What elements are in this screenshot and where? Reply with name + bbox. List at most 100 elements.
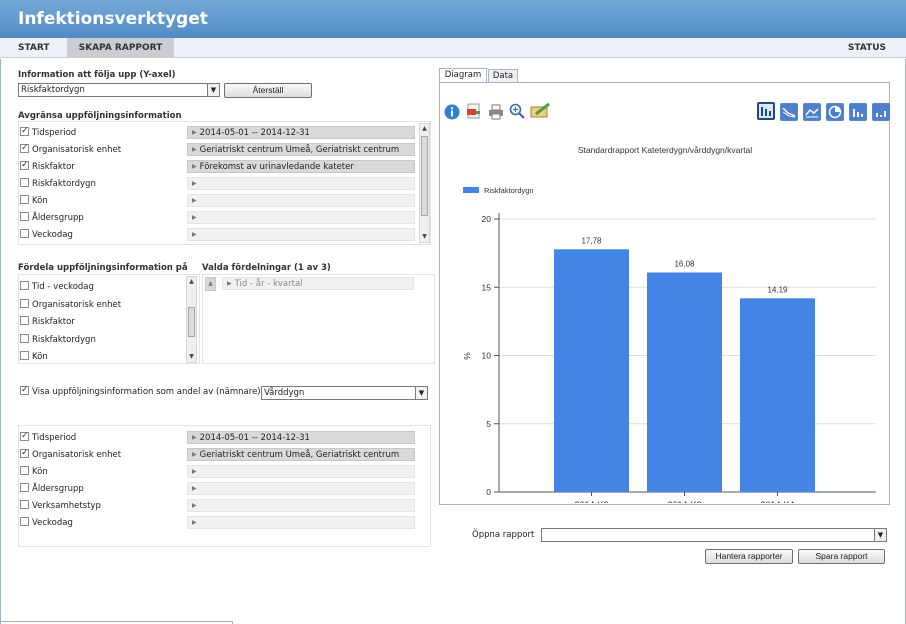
limit-value-field[interactable]: ▶ — [187, 194, 415, 207]
y-axis-select-value: Riskfaktordygn — [21, 85, 85, 95]
dist-row[interactable]: Riskfaktor — [20, 316, 75, 330]
dist-checkbox[interactable] — [20, 281, 29, 290]
legend-swatch — [463, 187, 479, 193]
tab-data[interactable]: Data — [488, 69, 518, 83]
expand-arrow-icon: ▶ — [192, 502, 197, 509]
limit-value-field[interactable]: ▶ — [187, 211, 415, 224]
limit-row[interactable]: Kön — [20, 195, 48, 209]
expand-arrow-icon: ▶ — [227, 280, 232, 287]
denom-label: Verksamhetstyp — [32, 501, 101, 511]
limit-row[interactable]: Riskfaktor — [20, 159, 75, 175]
edit-icon[interactable] — [530, 102, 552, 118]
limit-checkbox[interactable] — [20, 212, 29, 221]
denominator-select[interactable]: Vårddygn ▼ — [261, 386, 428, 400]
denom-checkbox[interactable] — [20, 500, 29, 509]
denom-checkbox[interactable] — [20, 517, 29, 526]
limit-value-field[interactable]: ▶ — [187, 228, 415, 241]
denominator-select-value: Vårddygn — [264, 388, 305, 398]
x-tick-label: 2014-K4 — [760, 500, 794, 503]
limit-checkbox[interactable] — [20, 159, 29, 171]
pie-chart-icon[interactable] — [826, 103, 844, 121]
small-column-chart-icon[interactable] — [872, 103, 890, 121]
line-chart-icon[interactable] — [780, 103, 798, 121]
dist-checkbox[interactable] — [20, 316, 29, 325]
limit-value-field[interactable]: ▶ — [187, 177, 415, 190]
print-icon[interactable] — [488, 104, 504, 120]
limit-checkbox[interactable] — [20, 229, 29, 238]
dist-checkbox[interactable] — [20, 351, 29, 360]
reset-button[interactable]: Återställ — [224, 83, 312, 98]
denom-value-text: 2014-05-01 -- 2014-12-31 — [199, 433, 310, 443]
scroll-up-icon[interactable]: ▲ — [187, 277, 196, 287]
area-chart-icon[interactable] — [803, 103, 821, 121]
denom-checkbox[interactable] — [20, 430, 29, 442]
denom-value-field[interactable]: ▶ 2014-05-01 -- 2014-12-31 — [187, 431, 415, 444]
limit-value-field[interactable]: ▶ Geriatriskt centrum Umeå, Geriatriskt c… — [187, 143, 415, 156]
save-report-button[interactable]: Spara rapport — [798, 549, 885, 564]
share-checkbox[interactable] — [20, 384, 29, 396]
zoom-icon[interactable] — [509, 103, 525, 119]
expand-arrow-icon: ▶ — [192, 214, 197, 221]
scroll-down-icon[interactable]: ▼ — [420, 232, 429, 242]
dist-row[interactable]: Kön — [20, 351, 48, 365]
scroll-up-icon[interactable]: ▲ — [420, 124, 429, 134]
limit-checkbox[interactable] — [20, 125, 29, 137]
limit-row[interactable]: Riskfaktordygn — [20, 178, 96, 192]
denom-row[interactable]: Verksamhetstyp — [20, 500, 101, 514]
dist-checkbox[interactable] — [20, 333, 29, 343]
denom-value-field[interactable]: ▶ — [187, 482, 415, 495]
y-axis-select[interactable]: Riskfaktordygn ▼ — [18, 83, 220, 97]
info-icon[interactable] — [444, 104, 460, 120]
limit-row[interactable]: Organisatorisk enhet — [20, 142, 121, 158]
column-chart-icon[interactable] — [849, 103, 867, 121]
scroll-down-icon[interactable]: ▼ — [187, 352, 196, 362]
bar — [647, 272, 722, 492]
limit-checkbox[interactable] — [20, 195, 29, 204]
denom-value-field[interactable]: ▶ — [187, 516, 415, 529]
move-up-icon[interactable]: ▲ — [205, 277, 216, 291]
share-checkbox-row[interactable]: Visa uppföljningsinformation som andel a… — [20, 384, 261, 400]
limit-label: Riskfaktor — [32, 162, 75, 172]
open-report-select[interactable]: ▼ — [541, 528, 887, 542]
y-tick-label: 15 — [482, 282, 492, 292]
scroll-thumb[interactable] — [188, 307, 195, 337]
denom-row[interactable]: Veckodag — [20, 517, 73, 531]
selected-distribution-item[interactable]: ▶ Tid - år - kvartal — [222, 277, 414, 290]
limit-row[interactable]: Veckodag — [20, 229, 73, 243]
limit-value-field[interactable]: ▶ 2014-05-01 -- 2014-12-31 — [187, 126, 415, 139]
nav-tab-skapa-rapport[interactable]: SKAPA RAPPORT — [67, 38, 174, 58]
denom-row[interactable]: Tidsperiod — [20, 430, 76, 446]
dist-row[interactable]: Organisatorisk enhet — [20, 298, 121, 313]
limit-checkbox[interactable] — [20, 178, 29, 187]
nav-tab-status[interactable]: STATUS — [848, 38, 886, 58]
limit-row[interactable]: Tidsperiod — [20, 125, 76, 141]
chart-title: Standardrapport Kateterdygn/vårddygn/kva… — [578, 145, 752, 155]
denom-value-field[interactable]: ▶ — [187, 465, 415, 478]
y-tick-label: 20 — [482, 214, 492, 224]
dist-checkbox[interactable] — [20, 298, 29, 308]
pdf-export-icon[interactable] — [466, 103, 482, 119]
scroll-thumb[interactable] — [421, 136, 428, 216]
tab-diagram[interactable]: Diagram — [439, 68, 487, 83]
dist-row[interactable]: Tid - veckodag — [20, 281, 94, 295]
denom-row[interactable]: Organisatorisk enhet — [20, 447, 121, 463]
limit-scrollbar[interactable]: ▲ ▼ — [419, 123, 430, 243]
limit-checkbox[interactable] — [20, 142, 29, 154]
denom-checkbox[interactable] — [20, 447, 29, 459]
bar — [554, 249, 629, 492]
denom-value-field[interactable]: ▶ — [187, 499, 415, 512]
limit-value-field[interactable]: ▶ Förekomst av urinavledande kateter — [187, 160, 415, 173]
distribute-scrollbar[interactable]: ▲ ▼ — [186, 276, 197, 363]
denom-row[interactable]: Åldersgrupp — [20, 483, 84, 497]
distribute-section-label: Fördela uppföljningsinformation på — [18, 263, 188, 273]
limit-row[interactable]: Åldersgrupp — [20, 212, 84, 226]
denom-checkbox[interactable] — [20, 466, 29, 475]
manage-reports-button[interactable]: Hantera rapporter — [705, 549, 793, 564]
dist-row[interactable]: Riskfaktordygn — [20, 333, 96, 348]
bar-chart-icon[interactable] — [757, 102, 775, 120]
expand-arrow-icon: ▶ — [192, 129, 197, 136]
denom-checkbox[interactable] — [20, 483, 29, 492]
nav-tab-start[interactable]: START — [18, 38, 50, 58]
denom-value-field[interactable]: ▶ Geriatriskt centrum Umeå, Geriatriskt c… — [187, 448, 415, 461]
denom-row[interactable]: Kön — [20, 466, 48, 480]
